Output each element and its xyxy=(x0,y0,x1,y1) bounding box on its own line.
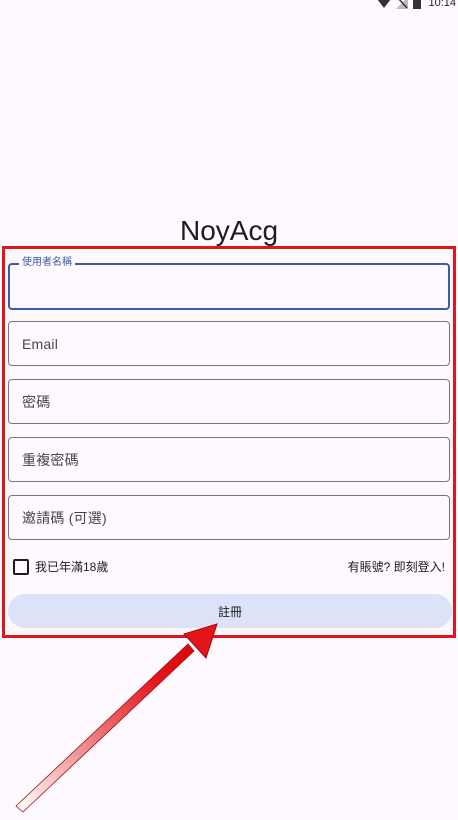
register-button-label: 註冊 xyxy=(217,604,242,619)
email-field[interactable]: Email xyxy=(8,321,450,366)
age-checkbox-label[interactable]: 我已年滿18歲 xyxy=(35,559,108,575)
invite-code-field[interactable]: 邀請碼 (可選) xyxy=(8,495,450,540)
email-placeholder: Email xyxy=(22,335,59,352)
login-link[interactable]: 有賬號? 即刻登入! xyxy=(348,559,445,575)
clock: 10:14 xyxy=(428,0,456,9)
app-title: NoyAcg xyxy=(179,215,279,246)
username-label: 使用者名稱 xyxy=(19,257,75,269)
confirm-password-field[interactable]: 重複密碼 xyxy=(8,437,450,482)
register-button[interactable]: 註冊 xyxy=(8,594,452,628)
wifi-icon xyxy=(378,0,391,8)
status-icons: 10:14 xyxy=(377,0,456,10)
status-bar: 10:14 xyxy=(0,0,458,14)
password-field[interactable]: 密碼 xyxy=(8,379,450,424)
confirm-password-placeholder: 重複密碼 xyxy=(22,451,79,468)
battery-icon xyxy=(413,0,422,9)
username-field[interactable]: 使用者名稱 xyxy=(8,257,450,310)
signal-icon xyxy=(396,0,409,9)
invite-code-placeholder: 邀請碼 (可選) xyxy=(22,509,107,526)
password-placeholder: 密碼 xyxy=(22,393,51,410)
register-screen: 10:14 NoyAcg 使用者名稱 Email 密碼 重複密碼 邀請碼 (可選… xyxy=(0,0,458,820)
age-checkbox[interactable] xyxy=(13,559,29,575)
